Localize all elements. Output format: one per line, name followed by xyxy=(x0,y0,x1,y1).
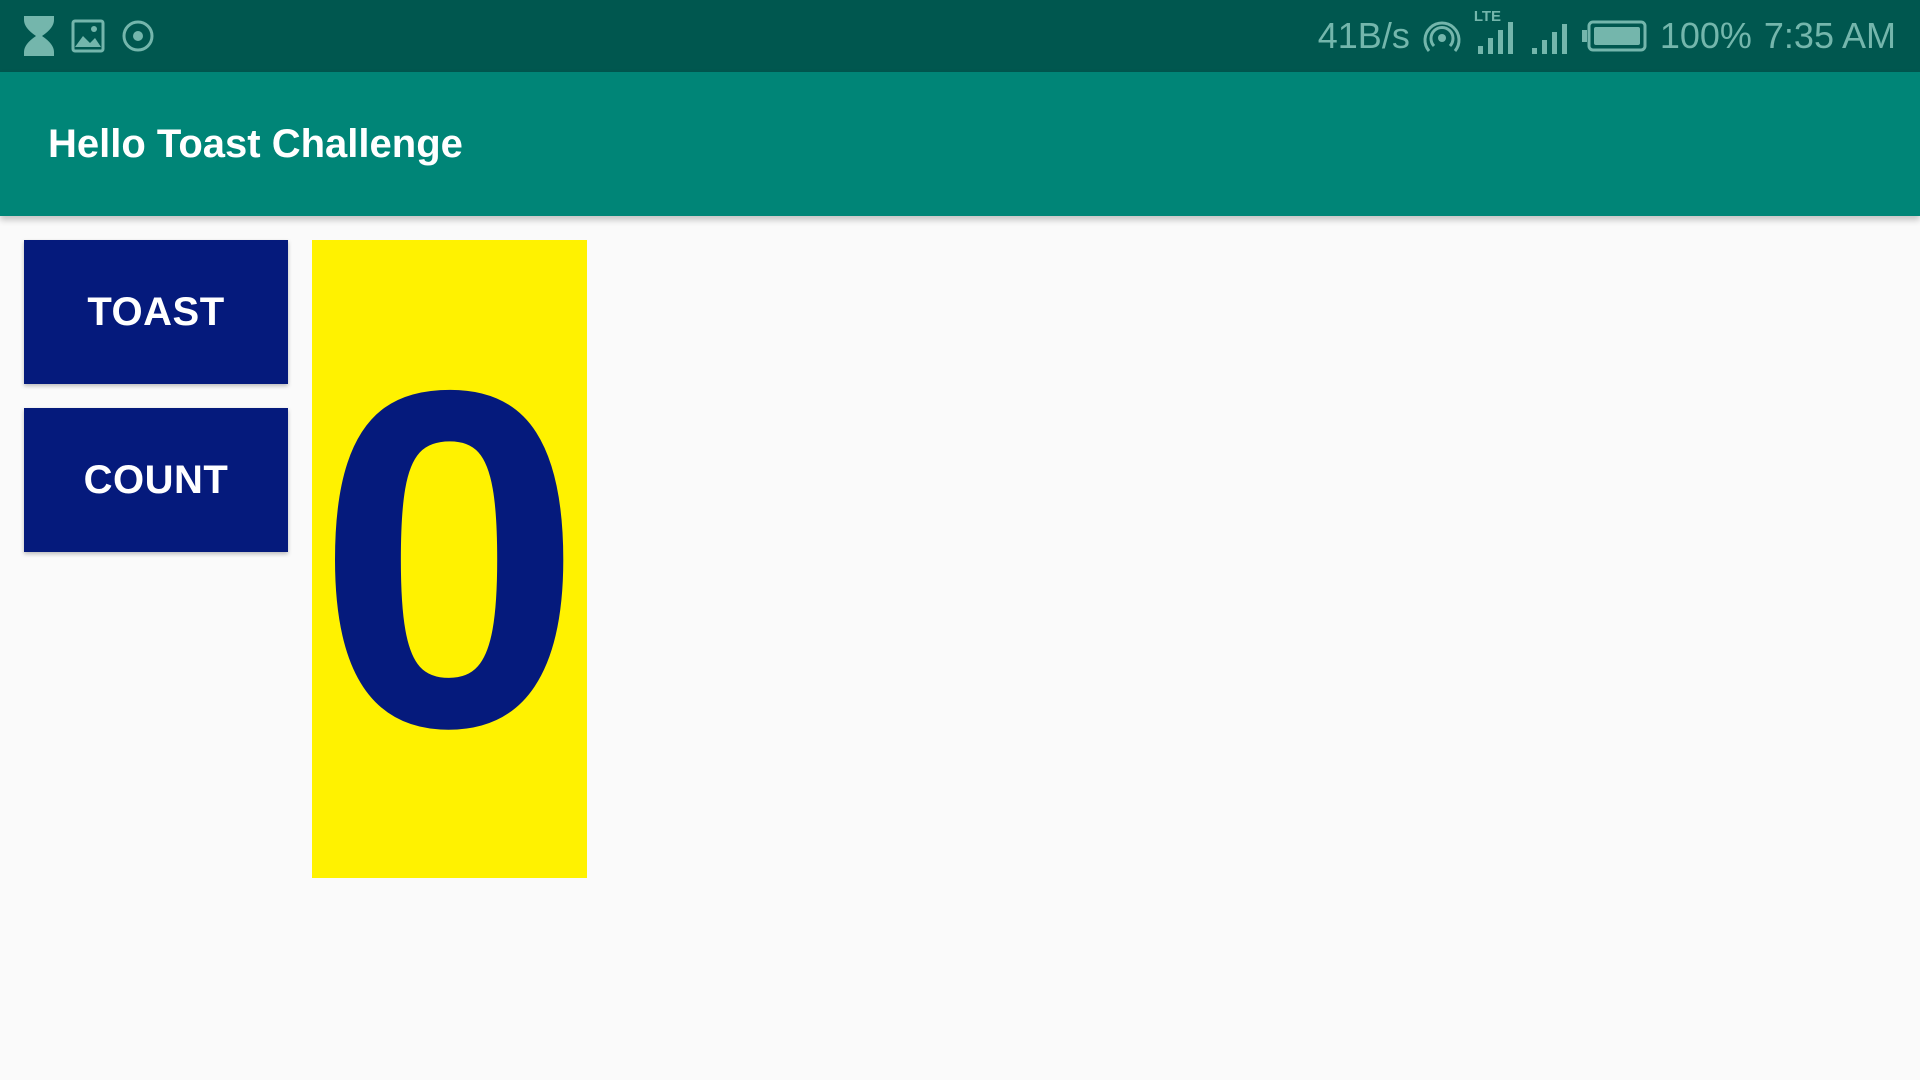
record-icon xyxy=(120,18,156,54)
count-button[interactable]: COUNT xyxy=(24,408,288,552)
signal-icon xyxy=(1530,14,1570,58)
signal-lte-icon: LTE xyxy=(1474,8,1518,58)
battery-icon xyxy=(1581,18,1648,54)
image-icon xyxy=(70,18,106,54)
page-title: Hello Toast Challenge xyxy=(48,122,463,166)
status-notification-icons xyxy=(22,14,156,58)
hourglass-icon xyxy=(22,14,56,58)
hotspot-icon xyxy=(1422,16,1462,56)
counter-display: 0 xyxy=(312,240,587,878)
net-speed-text: 41B/s xyxy=(1317,15,1410,56)
status-system-info: 41B/s LTE 100% 7:35 AM xyxy=(1317,8,1896,58)
toast-button[interactable]: TOAST xyxy=(24,240,288,384)
app-bar: Hello Toast Challenge xyxy=(0,72,1920,216)
app-screen: 41B/s LTE 100% 7:35 AM Hello Toast Chall… xyxy=(0,0,1920,1080)
status-bar: 41B/s LTE 100% 7:35 AM xyxy=(0,0,1920,72)
battery-percent-text: 100% xyxy=(1659,15,1752,56)
clock-text: 7:35 AM xyxy=(1763,15,1896,56)
lte-label: LTE xyxy=(1473,8,1502,25)
counter-value: 0 xyxy=(316,290,583,827)
